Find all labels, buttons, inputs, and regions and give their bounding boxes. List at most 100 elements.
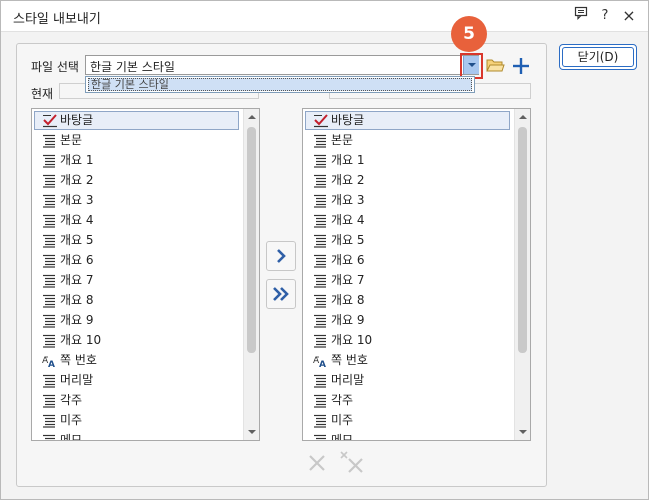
style-list-item[interactable]: 개요 9 — [32, 310, 243, 330]
style-list-item[interactable]: 개요 6 — [303, 250, 514, 270]
delete-button[interactable] — [302, 447, 332, 479]
style-list-item[interactable]: AA 쪽 번호 — [303, 350, 514, 370]
style-list-item[interactable]: 본문 — [32, 130, 243, 150]
style-list-item-label: 개요 10 — [60, 333, 102, 347]
double-chevron-right-icon — [273, 287, 289, 301]
delete-icon — [309, 455, 325, 471]
style-list-item[interactable]: 미주 — [303, 410, 514, 430]
style-list-item[interactable]: 개요 6 — [32, 250, 243, 270]
window-close-button[interactable]: × — [619, 6, 639, 26]
paragraph-style-icon — [313, 194, 327, 208]
style-list-item[interactable]: 개요 7 — [303, 270, 514, 290]
paragraph-style-icon — [42, 294, 56, 308]
style-list-item-label: 개요 2 — [331, 173, 365, 187]
step-badge: 5 — [451, 16, 487, 52]
right-list-scrollbar[interactable] — [514, 109, 530, 440]
close-dialog-button[interactable]: 닫기(D) — [559, 44, 637, 70]
style-list-item-label: 미주 — [331, 413, 354, 427]
scroll-down-icon[interactable] — [248, 430, 256, 434]
svg-text:A: A — [48, 360, 55, 368]
paragraph-style-icon — [42, 214, 56, 228]
paragraph-style-icon — [42, 334, 56, 348]
style-list-item-label: 개요 2 — [60, 173, 94, 187]
style-list-item[interactable]: 머리말 — [303, 370, 514, 390]
style-list-item[interactable]: AA 쪽 번호 — [32, 350, 243, 370]
style-list-item[interactable]: 미주 — [32, 410, 243, 430]
title-bar: 스타일 내보내기 ? × — [1, 1, 648, 32]
style-list-item-label: 머리말 — [331, 373, 365, 387]
paragraph-style-icon — [42, 394, 56, 408]
style-list-item[interactable]: 본문 — [303, 130, 514, 150]
style-list-item-label: 본문 — [60, 133, 83, 147]
copy-selected-button[interactable] — [266, 241, 296, 271]
help-button[interactable]: ? — [595, 6, 615, 26]
scroll-down-icon[interactable] — [519, 430, 527, 434]
style-list-item[interactable]: 개요 10 — [303, 330, 514, 350]
checkmark-style-icon — [42, 114, 57, 128]
style-list-item-label: 바탕글 — [331, 113, 365, 127]
style-list-item[interactable]: 개요 1 — [32, 150, 243, 170]
style-list-item-label: 개요 5 — [331, 233, 365, 247]
style-list-item-label: 개요 4 — [60, 213, 94, 227]
style-list-item[interactable]: 개요 8 — [32, 290, 243, 310]
style-list-item[interactable]: 개요 7 — [32, 270, 243, 290]
style-list-item[interactable]: 각주 — [32, 390, 243, 410]
paragraph-style-icon — [313, 414, 327, 428]
style-list-item-label: 개요 1 — [331, 153, 365, 167]
paragraph-style-icon — [313, 394, 327, 408]
copy-all-button[interactable] — [266, 279, 296, 309]
style-list-item-label: 개요 10 — [331, 333, 373, 347]
style-list-item-label: 메모 — [331, 433, 354, 441]
style-list-item[interactable]: 각주 — [303, 390, 514, 410]
scrollbar-thumb[interactable] — [518, 127, 527, 353]
style-list-item[interactable]: 메모 — [32, 430, 243, 440]
style-export-dialog: 스타일 내보내기 ? × 파일 선택 한글 기본 스타일 5 닫기(D) 현재 … — [0, 0, 649, 500]
character-style-icon: AA — [42, 354, 56, 370]
scrollbar-thumb[interactable] — [247, 127, 256, 353]
style-list-item-label: 바탕글 — [60, 113, 94, 127]
style-list-item[interactable]: 개요 8 — [303, 290, 514, 310]
chevron-right-icon — [277, 249, 286, 263]
style-list-item[interactable]: 개요 3 — [303, 190, 514, 210]
style-list-item-label: 개요 3 — [60, 193, 94, 207]
style-list-item[interactable]: 개요 2 — [32, 170, 243, 190]
add-icon[interactable] — [511, 56, 531, 76]
style-list-item-label: 개요 9 — [331, 313, 365, 327]
style-list-item[interactable]: 개요 9 — [303, 310, 514, 330]
paragraph-style-icon — [313, 134, 327, 148]
paragraph-style-icon — [313, 234, 327, 248]
style-list-item[interactable]: 개요 2 — [303, 170, 514, 190]
chat-icon[interactable] — [571, 6, 591, 26]
style-list-item-label: 쪽 번호 — [331, 353, 368, 367]
style-list-item-label: 개요 1 — [60, 153, 94, 167]
style-list-item[interactable]: 메모 — [303, 430, 514, 441]
target-style-list[interactable]: 바탕글본문개요 1 개요 2 개요 3 개요 4 개요 5 개요 6 개요 7 개요 8 개요 … — [302, 108, 531, 441]
open-folder-icon[interactable] — [485, 56, 505, 76]
paragraph-style-icon — [42, 274, 56, 288]
paragraph-style-icon — [42, 134, 56, 148]
style-list-item[interactable]: 개요 5 — [303, 230, 514, 250]
style-list-item[interactable]: 개요 5 — [32, 230, 243, 250]
style-list-item[interactable]: 바탕글 — [303, 110, 514, 130]
dropdown-option[interactable]: 한글 기본 스타일 — [88, 78, 472, 91]
delete-all-button[interactable] — [338, 447, 368, 479]
style-list-item[interactable]: 개요 3 — [32, 190, 243, 210]
style-list-item-label: 개요 6 — [60, 253, 94, 267]
scroll-up-icon[interactable] — [519, 115, 527, 119]
style-list-item[interactable]: 개요 4 — [303, 210, 514, 230]
paragraph-style-icon — [42, 234, 56, 248]
style-list-item[interactable]: 바탕글 — [32, 110, 243, 130]
checkmark-style-icon — [313, 114, 328, 128]
style-list-item[interactable]: 머리말 — [32, 370, 243, 390]
style-list-item[interactable]: 개요 10 — [32, 330, 243, 350]
paragraph-style-icon — [313, 314, 327, 328]
style-list-item[interactable]: 개요 4 — [32, 210, 243, 230]
scroll-up-icon[interactable] — [248, 115, 256, 119]
file-select-combobox[interactable]: 한글 기본 스타일 — [85, 55, 479, 75]
left-list-scrollbar[interactable] — [243, 109, 259, 440]
style-list-item[interactable]: 개요 1 — [303, 150, 514, 170]
current-style-list[interactable]: 바탕글 본문 개요 1 개요 2 개요 3 개요 4 개요 5 개요 6 개요 7 개요 8 개요 … — [31, 108, 260, 441]
dialog-title: 스타일 내보내기 — [13, 12, 101, 27]
paragraph-style-icon — [313, 214, 327, 228]
style-list-item-label: 개요 3 — [331, 193, 365, 207]
